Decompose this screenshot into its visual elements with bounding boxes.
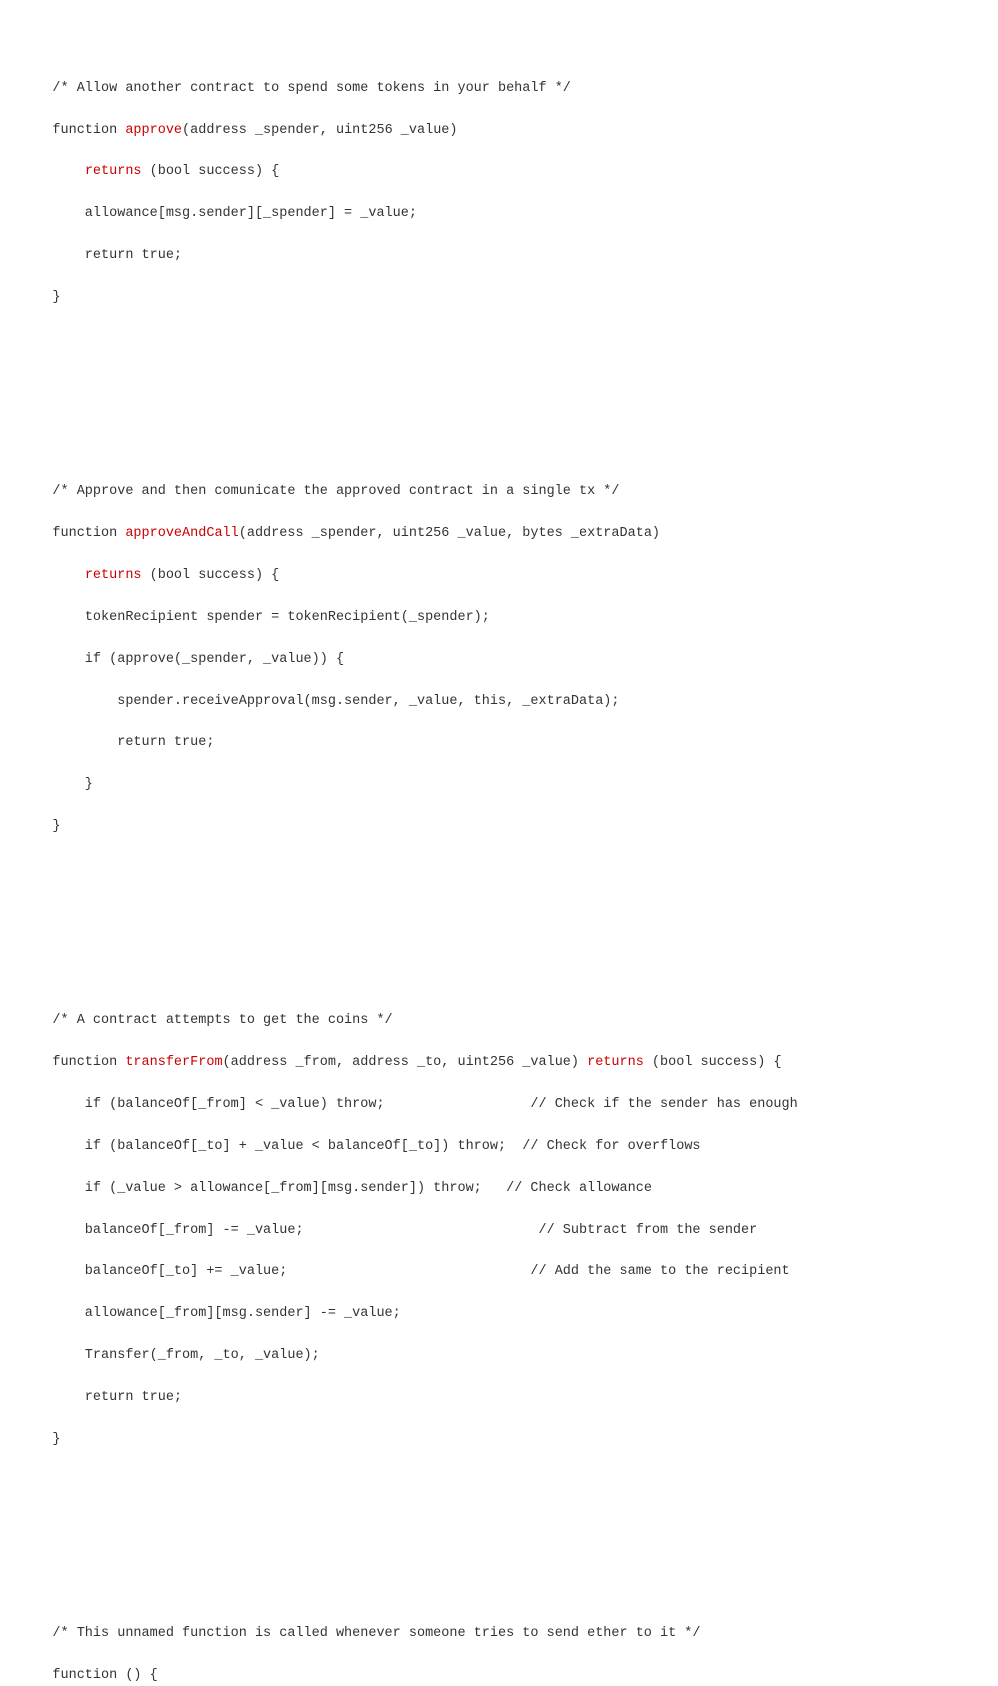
- tf-line-8: return true;: [52, 1390, 182, 1405]
- function-keyword-aac: function: [52, 526, 125, 541]
- tf-line-5: balanceOf[_to] += _value;: [52, 1264, 530, 1279]
- aac-close: }: [52, 819, 60, 834]
- approve-section: /* Allow another contract to spend some …: [20, 58, 978, 330]
- comment-transfer-from: /* A contract attempts to get the coins …: [52, 1013, 392, 1028]
- returns-keyword-aac: returns: [85, 568, 142, 583]
- approve-name: approve: [125, 123, 182, 138]
- aac-body-1: tokenRecipient spender = tokenRecipient(…: [52, 610, 489, 625]
- aac-body-2: if (approve(_spender, _value)) {: [52, 652, 344, 667]
- tf-comment-3: // Check allowance: [506, 1181, 652, 1196]
- approve-params: (address _spender, uint256 _value): [182, 123, 457, 138]
- tf-line-6: allowance[_from][msg.sender] -= _value;: [52, 1306, 400, 1321]
- function-keyword-approve: function: [52, 123, 125, 138]
- comment-fallback: /* This unnamed function is called whene…: [52, 1626, 700, 1641]
- returns-keyword-tf: returns: [587, 1055, 644, 1070]
- tf-returns: (bool success) {: [644, 1055, 782, 1070]
- tf-line-1: if (balanceOf[_from] < _value) throw;: [52, 1097, 530, 1112]
- aac-returns: (bool success) {: [142, 568, 280, 583]
- approve-body-1: allowance[msg.sender][_spender] = _value…: [52, 206, 417, 221]
- returns-keyword-approve: returns: [85, 164, 142, 179]
- approve-close: }: [52, 290, 60, 305]
- tf-comment-1: // Check if the sender has enough: [530, 1097, 797, 1112]
- fallback-section: /* This unnamed function is called whene…: [20, 1603, 978, 1686]
- tf-params: (address _from, address _to, uint256 _va…: [223, 1055, 588, 1070]
- comment-approve: /* Allow another contract to spend some …: [52, 81, 570, 96]
- fallback-decl: function () {: [52, 1668, 157, 1683]
- aac-body-4: return true;: [52, 735, 214, 750]
- aac-body-5: }: [52, 777, 93, 792]
- tf-line-2: if (balanceOf[_to] + _value < balanceOf[…: [52, 1139, 522, 1154]
- function-keyword-tf: function: [52, 1055, 125, 1070]
- transfer-from-name: transferFrom: [125, 1055, 222, 1070]
- approve-and-call-params: (address _spender, uint256 _value, bytes…: [239, 526, 660, 541]
- tf-comment-5: // Add the same to the recipient: [530, 1264, 789, 1279]
- approve-body-2: return true;: [52, 248, 182, 263]
- tf-comment-2: // Check for overflows: [522, 1139, 700, 1154]
- approve-and-call-name: approveAndCall: [125, 526, 238, 541]
- tf-comment-4: // Subtract from the sender: [539, 1223, 758, 1238]
- transfer-from-section: /* A contract attempts to get the coins …: [20, 990, 978, 1471]
- aac-body-3: spender.receiveApproval(msg.sender, _val…: [52, 694, 619, 709]
- aac-indent: [52, 568, 84, 583]
- tf-line-4: balanceOf[_from] -= _value;: [52, 1223, 538, 1238]
- code-container: /* Allow another contract to spend some …: [20, 16, 978, 1686]
- tf-line-3: if (_value > allowance[_from][msg.sender…: [52, 1181, 506, 1196]
- tf-line-7: Transfer(_from, _to, _value);: [52, 1348, 319, 1363]
- approve-indent: [52, 164, 84, 179]
- tf-close: }: [52, 1432, 60, 1447]
- approve-and-call-section: /* Approve and then comunicate the appro…: [20, 461, 978, 859]
- comment-approve-and-call: /* Approve and then comunicate the appro…: [52, 484, 619, 499]
- approve-returns: (bool success) {: [142, 164, 280, 179]
